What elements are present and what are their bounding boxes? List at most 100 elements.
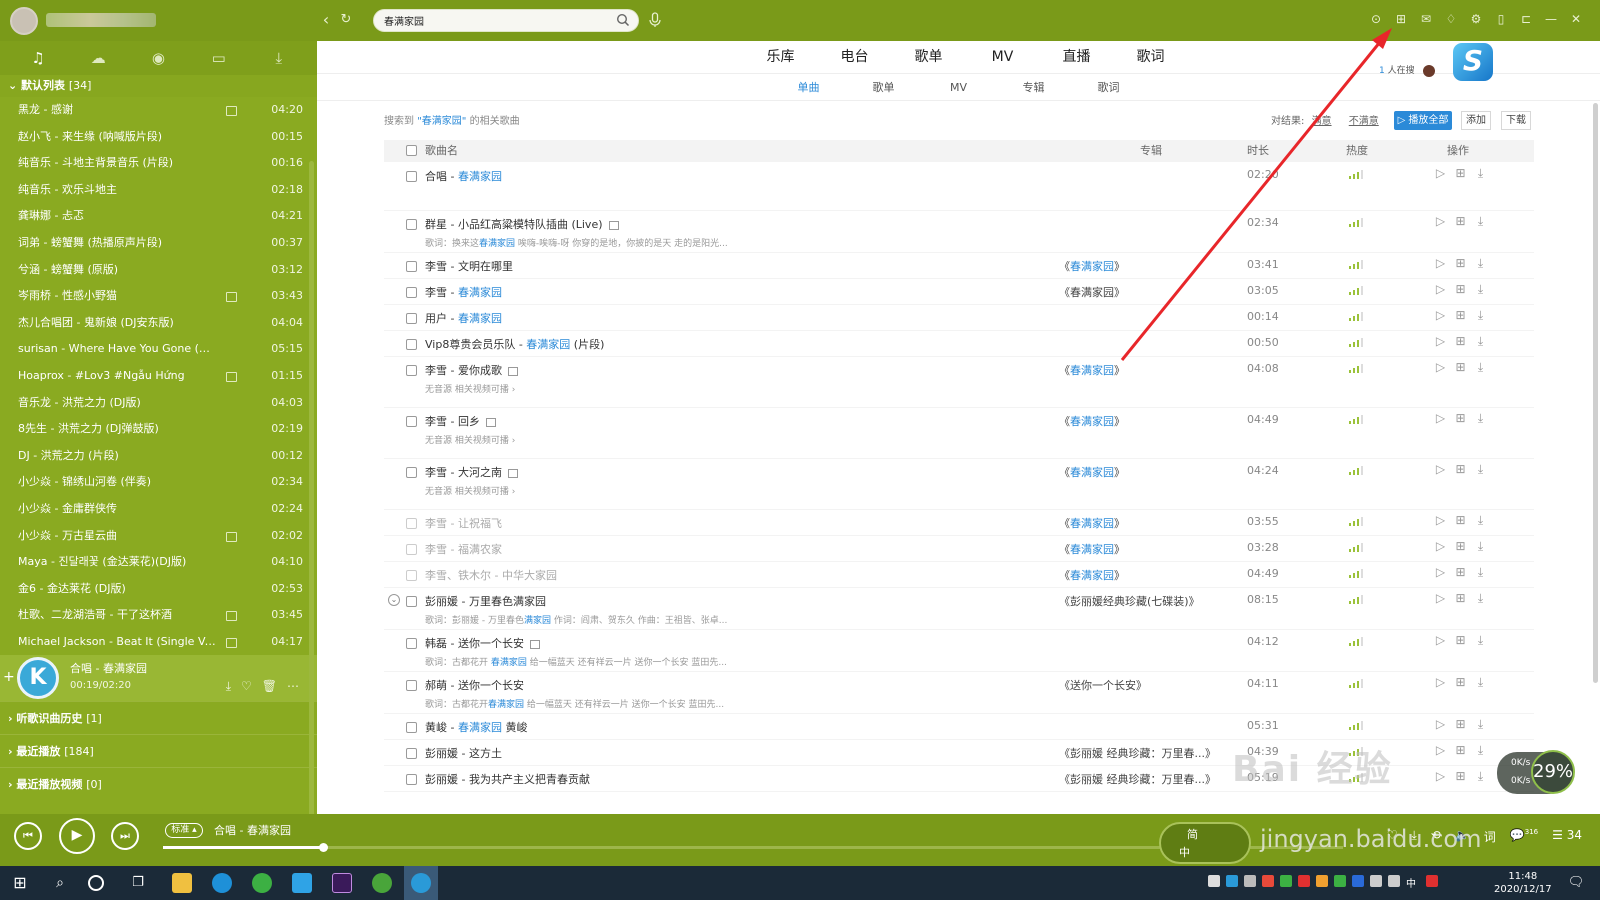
row-checkbox[interactable]: [406, 339, 417, 350]
tray-icon[interactable]: [1244, 875, 1256, 887]
task-view-icon[interactable]: ❐: [128, 873, 148, 893]
row-checkbox[interactable]: [406, 261, 417, 272]
download-icon[interactable]: ⤓: [1474, 256, 1487, 271]
song-name[interactable]: 合唱 - 春满家园: [425, 168, 502, 184]
row-checkbox[interactable]: [406, 722, 417, 733]
download-icon[interactable]: ⤓: [1474, 539, 1487, 554]
mv-icon[interactable]: [507, 468, 518, 478]
table-row[interactable]: 李雪 - 春满家园 《春满家园》 03:05 ▷ ⊞ ⤓: [384, 279, 1534, 305]
tray-icon[interactable]: [1352, 875, 1364, 887]
playlist-song[interactable]: 龚琳娜 - 忐忑 04:21: [0, 203, 317, 230]
download-icon[interactable]: ⤓: [1474, 214, 1487, 229]
radio-icon[interactable]: ◉: [147, 47, 169, 69]
play-icon[interactable]: ▷: [1434, 166, 1447, 181]
download-icon[interactable]: ⤓: [1474, 308, 1487, 323]
download-icon[interactable]: ⤓: [1474, 675, 1487, 690]
table-row[interactable]: Vip8尊贵会员乐队 - 春满家园 (片段) 00:50 ▷ ⊞ ⤓: [384, 331, 1534, 357]
download-icon[interactable]: ⤓: [1474, 360, 1487, 375]
apps-grid-icon[interactable]: ⊞: [1393, 11, 1409, 27]
table-row[interactable]: 郝萌 - 送你一个长安 歌词：古都花开春满家园 给一幅蓝天 还有祥云一片 送你一个…: [384, 672, 1534, 714]
download-icon[interactable]: ⤓: [1474, 565, 1487, 580]
mv-icon[interactable]: [226, 611, 237, 622]
album-name[interactable]: 春满家园: [1070, 415, 1114, 428]
table-row[interactable]: 李雪、铁木尔 - 中华大家园 《春满家园》 04:49 ▷ ⊞ ⤓: [384, 562, 1534, 588]
play-all-button[interactable]: ▷ 播放全部: [1394, 111, 1452, 130]
play-icon[interactable]: ▷: [1434, 633, 1447, 648]
add-to-list-icon[interactable]: ⊞: [1454, 166, 1467, 181]
mv-icon[interactable]: [529, 639, 540, 649]
music-note-icon[interactable]: ♫: [27, 47, 49, 69]
album-link[interactable]: 《彭丽媛经典珍藏(七碟装)》: [1059, 593, 1200, 609]
network-speed-widget[interactable]: 0K/s 0K/s 29%: [1497, 750, 1575, 794]
playlist-song[interactable]: DJ - 洪荒之力 (片段) 00:12: [0, 443, 317, 470]
song-name[interactable]: 李雪 - 福满农家: [425, 541, 502, 557]
row-checkbox[interactable]: [406, 287, 417, 298]
playlist-song[interactable]: surisan - Where Have You Gone (DJ版) 05:15: [0, 336, 317, 363]
minimize-icon[interactable]: —: [1543, 11, 1559, 27]
add-to-list-icon[interactable]: ⊞: [1454, 675, 1467, 690]
tray-icon[interactable]: [1298, 875, 1310, 887]
download-icon[interactable]: ⤓: [226, 679, 231, 694]
mini-mode-icon[interactable]: ▯: [1493, 11, 1509, 27]
song-name[interactable]: 群星 - 小品红高粱模特队插曲 (Live): [425, 216, 619, 232]
subtab-0[interactable]: 单曲: [771, 75, 846, 100]
song-name[interactable]: 彭丽媛 - 我为共产主义把青春贡献: [425, 771, 590, 787]
play-icon[interactable]: ▷: [1434, 411, 1447, 426]
row-checkbox[interactable]: [406, 313, 417, 324]
table-row[interactable]: 合唱 - 春满家园 02:20 ▷ ⊞ ⤓: [384, 163, 1534, 211]
song-name[interactable]: 李雪 - 回乡: [425, 413, 496, 429]
browser-icon[interactable]: [372, 873, 392, 893]
now-playing-item[interactable]: + K 合唱 - 春满家园 00:19/02:20 ⤓ ♡ 🗑 ⋯: [0, 655, 317, 702]
playlist-song[interactable]: 小少焱 - 金庸群侠传 02:24: [0, 496, 317, 523]
target-icon[interactable]: ⊙: [1368, 11, 1384, 27]
download-icon[interactable]: ⤓: [1474, 513, 1487, 528]
playlist-song[interactable]: 音乐龙 - 洪荒之力 (DJ版) 04:03: [0, 390, 317, 417]
mv-icon[interactable]: [507, 366, 518, 376]
row-checkbox[interactable]: [406, 638, 417, 649]
download-icon[interactable]: ⤓: [1474, 282, 1487, 297]
table-row[interactable]: 黄峻 - 春满家园 黄峻 05:31 ▷ ⊞ ⤓: [384, 714, 1534, 740]
song-name[interactable]: 李雪 - 春满家园: [425, 284, 502, 300]
close-icon[interactable]: ✕: [1568, 11, 1584, 27]
download-button[interactable]: 下载: [1501, 111, 1531, 130]
add-to-list-icon[interactable]: ⊞: [1454, 308, 1467, 323]
tab-1[interactable]: 电台: [818, 41, 892, 73]
add-to-list-icon[interactable]: ⊞: [1454, 769, 1467, 784]
next-track-icon[interactable]: ⏭: [111, 822, 139, 850]
select-all-checkbox[interactable]: [406, 145, 417, 156]
tab-5[interactable]: 歌词: [1114, 41, 1188, 73]
subtab-1[interactable]: 歌单: [846, 75, 921, 100]
table-row[interactable]: 李雪 - 回乡 无音源 相关视频可播 › 《春满家园》 04:49 ▷ ⊞ ⤓: [384, 408, 1534, 459]
playlist-song[interactable]: 赵小飞 - 来生缘 (呐喊版片段) 00:15: [0, 124, 317, 151]
table-row[interactable]: 韩磊 - 送你一个长安 歌词：古都花开 春满家园 给一幅蓝天 还有祥云一片 送你一…: [384, 630, 1534, 672]
row-checkbox[interactable]: [406, 416, 417, 427]
add-to-list-icon[interactable]: ⊞: [1454, 411, 1467, 426]
tray-icon[interactable]: [1262, 875, 1274, 887]
wechat-icon[interactable]: [252, 873, 272, 893]
kugou-taskbar-button[interactable]: [404, 866, 438, 900]
heart-icon[interactable]: ♡: [241, 679, 252, 694]
refresh-icon[interactable]: ↻: [336, 10, 356, 30]
table-row[interactable]: 群星 - 小品红高粱模特队插曲 (Live) 歌词：换来这春满家园 唉嗨-唉嗨-呀…: [384, 211, 1534, 253]
sidebar-group[interactable]: › 听歌识曲历史 [1]: [0, 701, 317, 734]
download-icon[interactable]: ⤓: [1474, 411, 1487, 426]
lyrics-icon[interactable]: 词: [1484, 828, 1496, 845]
album-link[interactable]: 《春满家园》: [1059, 567, 1125, 583]
song-name[interactable]: 李雪 - 文明在哪里: [425, 258, 513, 274]
user-avatar[interactable]: [10, 7, 38, 35]
playlist-song[interactable]: 纯音乐 - 欢乐斗地主 02:18: [0, 177, 317, 204]
keyword-highlight[interactable]: 春满家园: [458, 286, 502, 299]
row-checkbox[interactable]: [406, 171, 417, 182]
table-row[interactable]: 李雪 - 让祝福飞 《春满家园》 03:55 ▷ ⊞ ⤓: [384, 510, 1534, 536]
playlist-song[interactable]: 杰儿合唱团 - 鬼新娘 (DJ安东版) 04:04: [0, 310, 317, 337]
playlist-song[interactable]: 兮涵 - 螃蟹舞 (原版) 03:12: [0, 257, 317, 284]
expand-chevron-icon[interactable]: ⌄: [388, 594, 400, 606]
add-to-list-icon[interactable]: ⊞: [1454, 334, 1467, 349]
cortana-icon[interactable]: [88, 875, 104, 891]
row-checkbox[interactable]: [406, 748, 417, 759]
play-icon[interactable]: ▷: [1434, 513, 1447, 528]
system-clock[interactable]: 11:48 2020/12/17: [1494, 870, 1552, 896]
progress-handle[interactable]: [319, 843, 329, 852]
microphone-icon[interactable]: [648, 12, 662, 28]
add-to-list-icon[interactable]: ⊞: [1454, 539, 1467, 554]
